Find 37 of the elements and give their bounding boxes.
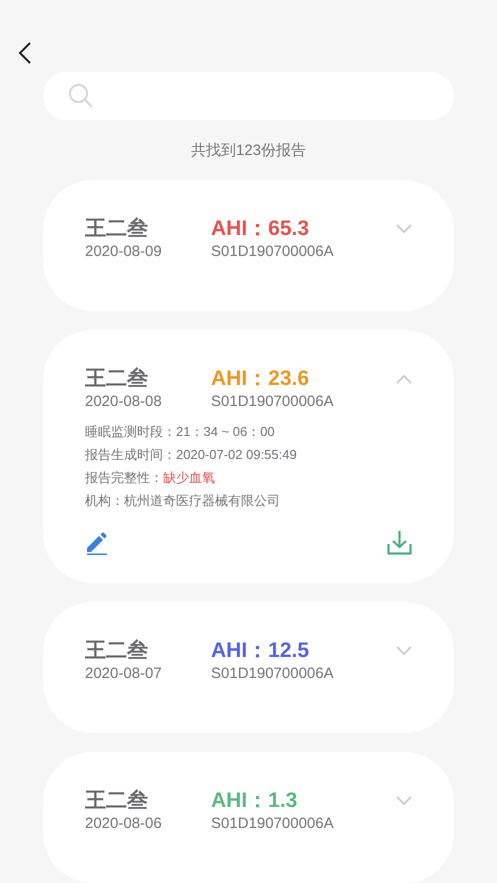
ahi-value: AHI：23.6	[211, 366, 310, 392]
report-date: 2020-08-06	[85, 814, 162, 834]
search-icon	[68, 82, 94, 109]
serial-number: S01D190700006A	[211, 664, 334, 684]
chevron-up-icon[interactable]	[396, 374, 412, 384]
detail-label: 睡眠监测时段：	[85, 423, 176, 441]
patient-name: 王二叁	[85, 638, 148, 664]
detail-value: 2020-07-02 09:55:49	[176, 446, 297, 464]
back-icon[interactable]	[18, 42, 32, 64]
chevron-down-icon[interactable]	[396, 224, 412, 234]
serial-number: S01D190700006A	[211, 814, 334, 834]
detail-label: 机构：	[85, 492, 124, 510]
pencil-icon[interactable]	[85, 531, 109, 555]
ahi-value: AHI：65.3	[211, 216, 310, 242]
report-card[interactable]: 王二叁 2020-08-07 AHI：12.5 S01D190700006A	[43, 602, 454, 733]
report-card[interactable]: 王二叁 2020-08-06 AHI：1.3 S01D190700006A	[43, 752, 454, 883]
chevron-down-icon[interactable]	[396, 796, 412, 806]
report-card[interactable]: 王二叁 2020-08-09 AHI：65.3 S01D190700006A	[43, 180, 454, 311]
serial-number: S01D190700006A	[211, 392, 334, 412]
result-count: 共找到123份报告	[190, 141, 306, 161]
chevron-down-icon[interactable]	[396, 646, 412, 656]
report-date: 2020-08-08	[85, 392, 162, 412]
report-date: 2020-08-07	[85, 664, 162, 684]
report-date: 2020-08-09	[85, 242, 162, 262]
detail-label: 报告完整性：	[85, 469, 163, 487]
detail-label: 报告生成时间：	[85, 446, 176, 464]
ahi-value: AHI：1.3	[211, 788, 298, 814]
report-card[interactable]: 王二叁 2020-08-08 AHI：23.6 S01D190700006A 睡眠监测时段：21：34 ~ 06：00 报告生成时间：2020-07-02 09:55:49 报告完整性：缺少血氧 机构：杭州道奇医疗器械有限公司	[43, 330, 454, 583]
serial-number: S01D190700006A	[211, 242, 334, 262]
download-icon[interactable]	[387, 530, 412, 555]
patient-name: 王二叁	[85, 788, 148, 814]
patient-name: 王二叁	[85, 366, 148, 392]
detail-value: 杭州道奇医疗器械有限公司	[124, 492, 280, 510]
detail-value: 21：34 ~ 06：00	[176, 423, 275, 441]
ahi-value: AHI：12.5	[211, 638, 310, 664]
detail-value: 缺少血氧	[163, 469, 215, 487]
patient-name: 王二叁	[85, 216, 148, 242]
